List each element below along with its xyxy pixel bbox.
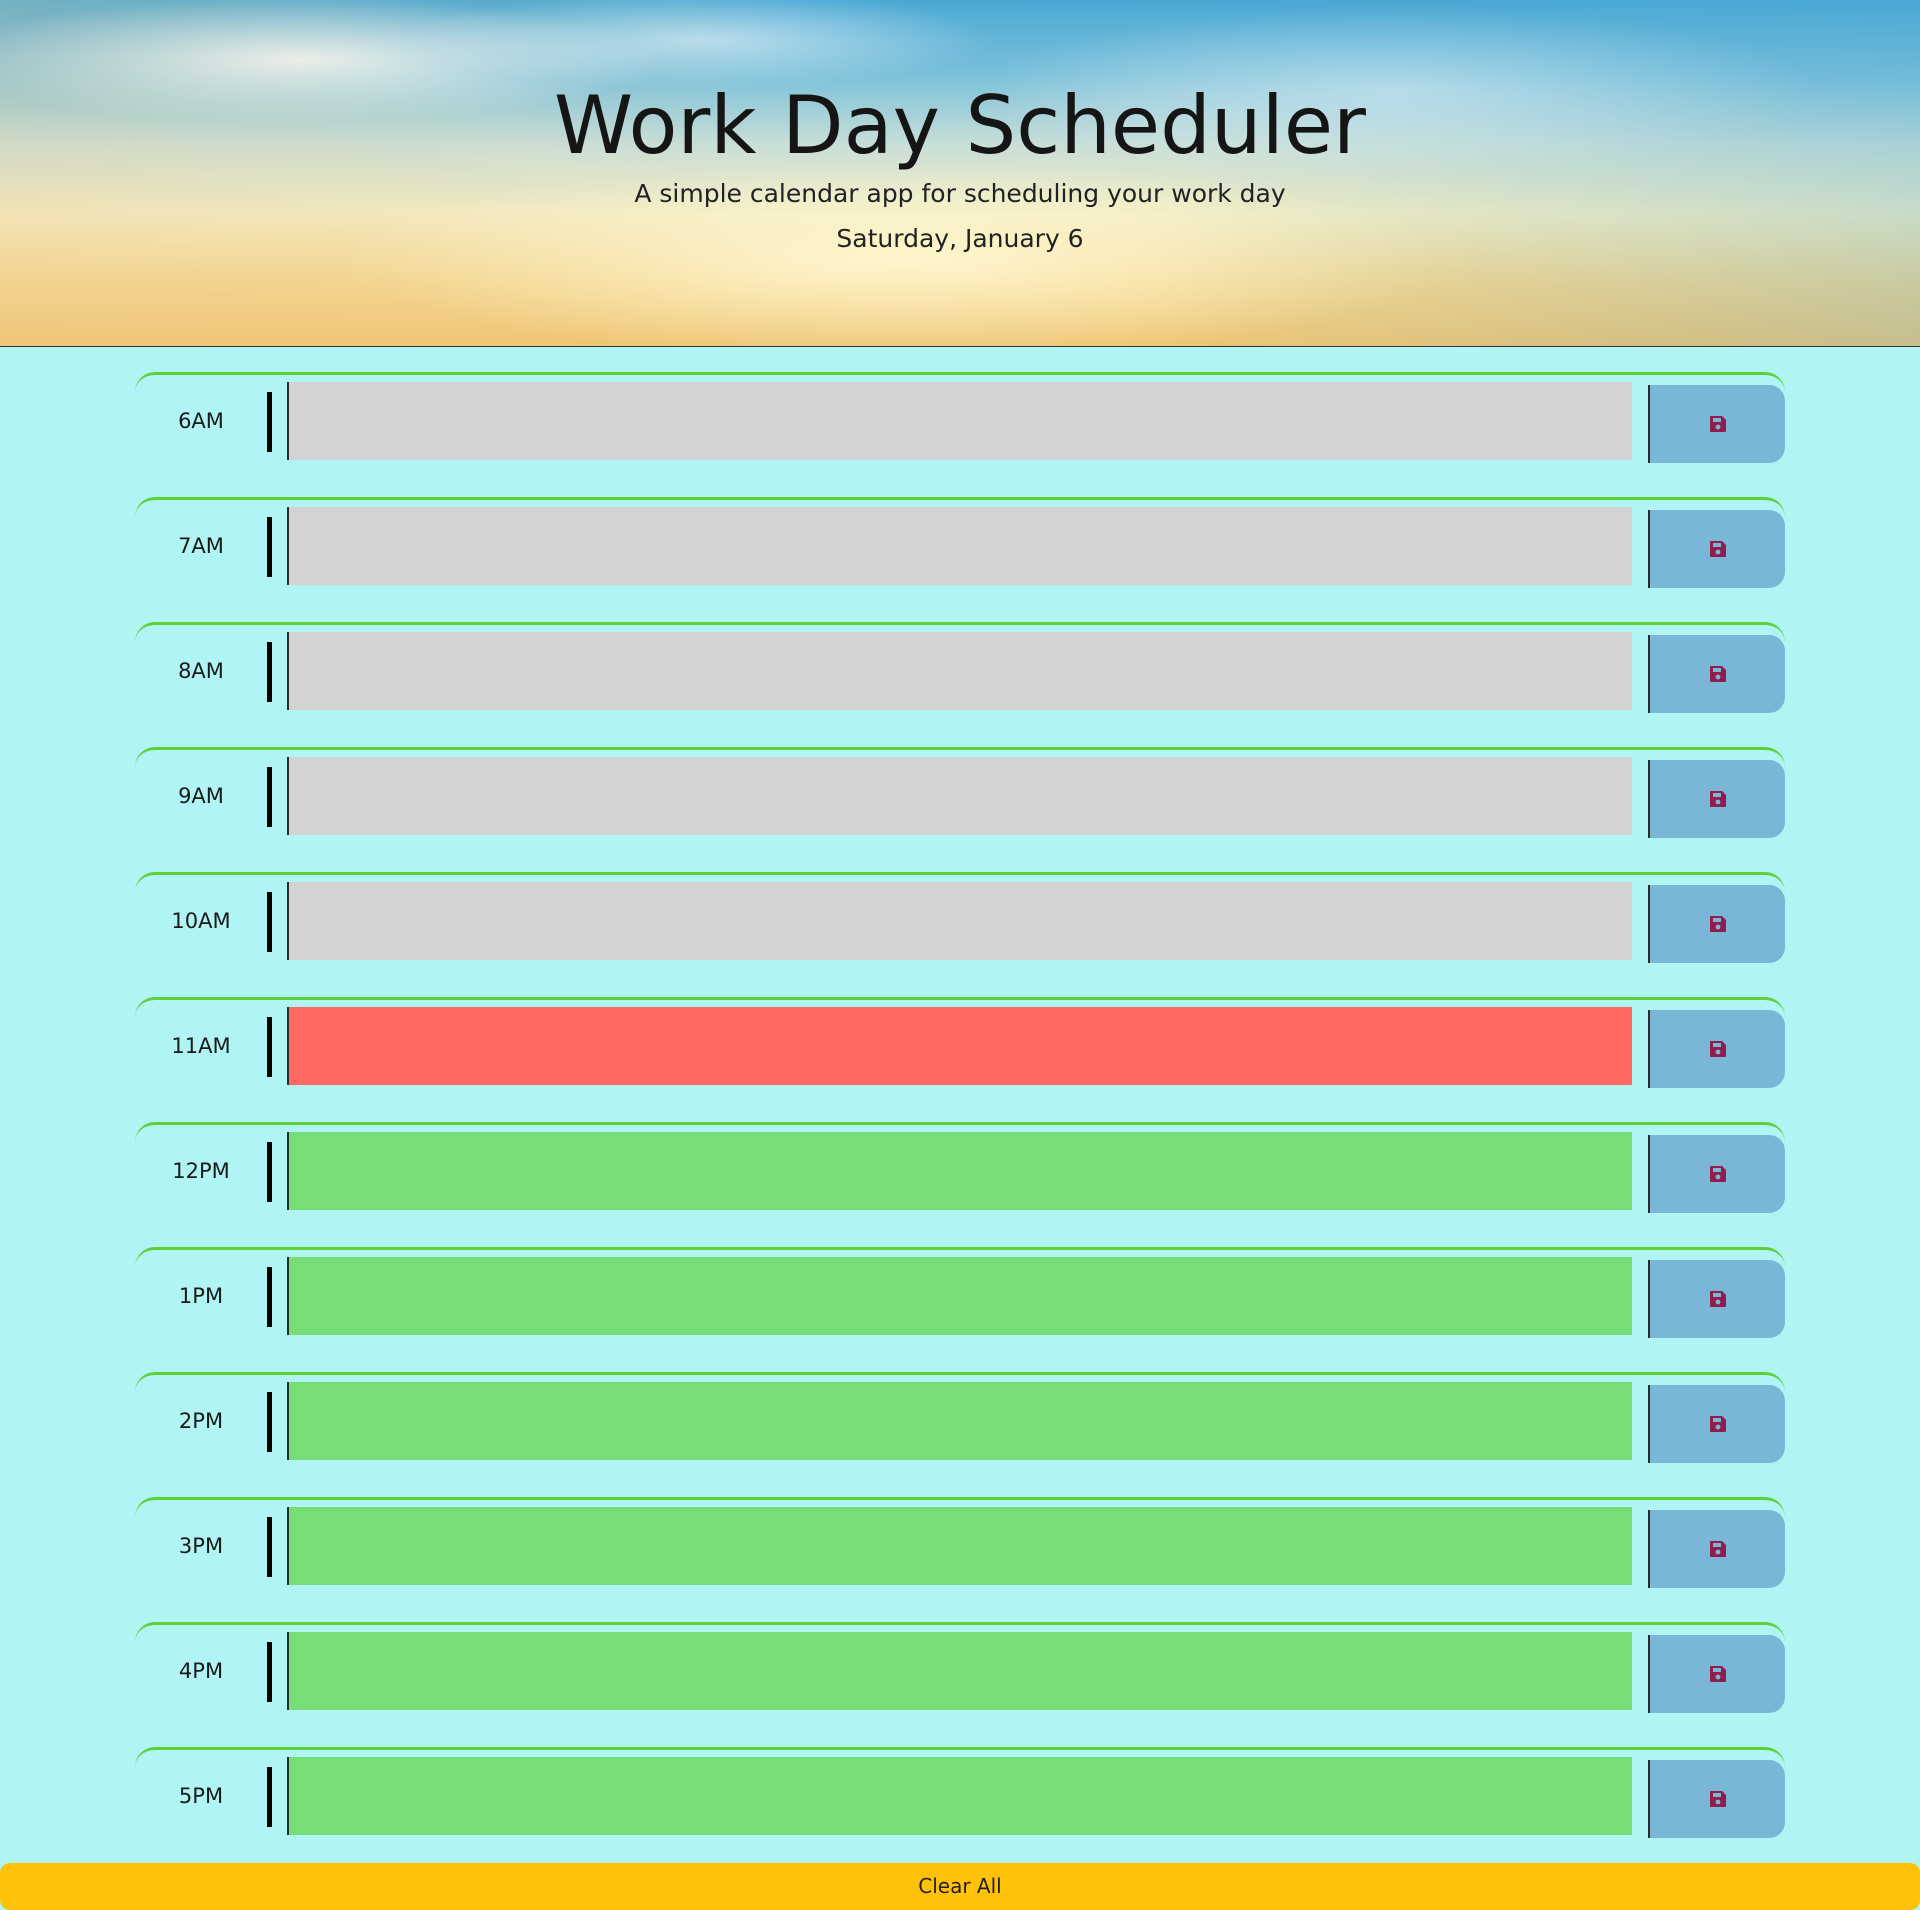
- time-block-row: 9AM: [135, 747, 1785, 872]
- floppy-disk-icon: [1709, 1791, 1726, 1807]
- time-block-row: 11AM: [135, 997, 1785, 1122]
- event-description-input[interactable]: [287, 382, 1632, 460]
- hour-label: 10AM: [171, 909, 231, 933]
- hour-label: 12PM: [172, 1159, 230, 1183]
- hour-divider: [267, 1767, 272, 1827]
- hour-divider: [267, 1517, 272, 1577]
- save-button[interactable]: [1648, 1760, 1785, 1838]
- floppy-disk-icon: [1709, 1541, 1726, 1557]
- save-button[interactable]: [1648, 1260, 1785, 1338]
- floppy-disk-icon: [1709, 1041, 1726, 1057]
- floppy-disk-icon: [1709, 1666, 1726, 1682]
- event-description-input[interactable]: [287, 1757, 1632, 1835]
- event-description-input[interactable]: [287, 1382, 1632, 1460]
- current-date: Saturday, January 6: [836, 224, 1084, 253]
- floppy-disk-icon: [1709, 1166, 1726, 1182]
- event-description-input[interactable]: [287, 1632, 1632, 1710]
- event-description-input[interactable]: [287, 1257, 1632, 1335]
- hour-divider: [267, 1142, 272, 1202]
- floppy-disk-icon: [1709, 791, 1726, 807]
- page-title: Work Day Scheduler: [554, 79, 1366, 172]
- event-description-input[interactable]: [287, 1007, 1632, 1085]
- time-block-row: 8AM: [135, 622, 1785, 747]
- time-block-row: 5PM: [135, 1747, 1785, 1872]
- time-block-row: 1PM: [135, 1247, 1785, 1372]
- hour-label: 2PM: [178, 1409, 224, 1433]
- hour-label: 9AM: [178, 784, 224, 808]
- floppy-disk-icon: [1709, 416, 1726, 432]
- hour-label: 7AM: [178, 534, 224, 558]
- event-description-input[interactable]: [287, 1132, 1632, 1210]
- time-block-row: 2PM: [135, 1372, 1785, 1497]
- time-block-row: 4PM: [135, 1622, 1785, 1747]
- hour-divider: [267, 517, 272, 577]
- hour-divider: [267, 892, 272, 952]
- time-block-row: 10AM: [135, 872, 1785, 997]
- time-block-row: 3PM: [135, 1497, 1785, 1622]
- hour-label: 11AM: [171, 1034, 231, 1058]
- time-block-row: 12PM: [135, 1122, 1785, 1247]
- page-header: Work Day Scheduler A simple calendar app…: [0, 0, 1920, 347]
- hour-label: 4PM: [178, 1659, 224, 1683]
- event-description-input[interactable]: [287, 882, 1632, 960]
- hour-label: 1PM: [178, 1284, 224, 1308]
- clear-all-button[interactable]: Clear All: [0, 1863, 1920, 1910]
- save-button[interactable]: [1648, 1510, 1785, 1588]
- hour-label: 5PM: [178, 1784, 224, 1808]
- save-button[interactable]: [1648, 1010, 1785, 1088]
- hour-divider: [267, 1017, 272, 1077]
- save-button[interactable]: [1648, 1635, 1785, 1713]
- save-button[interactable]: [1648, 760, 1785, 838]
- floppy-disk-icon: [1709, 1416, 1726, 1432]
- hour-divider: [267, 1267, 272, 1327]
- floppy-disk-icon: [1709, 916, 1726, 932]
- hour-label: 8AM: [178, 659, 224, 683]
- hour-divider: [267, 392, 272, 452]
- hour-divider: [267, 642, 272, 702]
- save-button[interactable]: [1648, 1135, 1785, 1213]
- floppy-disk-icon: [1709, 666, 1726, 682]
- floppy-disk-icon: [1709, 541, 1726, 557]
- event-description-input[interactable]: [287, 507, 1632, 585]
- time-block-row: 6AM: [135, 372, 1785, 497]
- event-description-input[interactable]: [287, 1507, 1632, 1585]
- save-button[interactable]: [1648, 885, 1785, 963]
- page-subtitle: A simple calendar app for scheduling you…: [634, 179, 1286, 208]
- save-button[interactable]: [1648, 1385, 1785, 1463]
- save-button[interactable]: [1648, 510, 1785, 588]
- event-description-input[interactable]: [287, 632, 1632, 710]
- hour-divider: [267, 767, 272, 827]
- save-button[interactable]: [1648, 385, 1785, 463]
- time-block-list: 6AM 7AM 8AM 9AM 10AM 11AM 12PM 1PM 2PM 3PM 4PM 5PM: [135, 372, 1785, 1872]
- hour-divider: [267, 1392, 272, 1452]
- hour-label: 3PM: [178, 1534, 224, 1558]
- floppy-disk-icon: [1709, 1291, 1726, 1307]
- time-block-row: 7AM: [135, 497, 1785, 622]
- hour-divider: [267, 1642, 272, 1702]
- save-button[interactable]: [1648, 635, 1785, 713]
- event-description-input[interactable]: [287, 757, 1632, 835]
- hour-label: 6AM: [178, 409, 224, 433]
